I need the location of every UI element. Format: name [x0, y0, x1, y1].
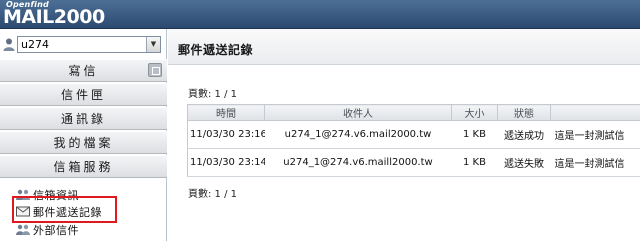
cell-time: 11/03/30 23:14	[187, 148, 265, 177]
sidebar: u274 ▼ 寫信 信件匣 通訊錄 我的檔案 信箱服務 信箱資訊 郵件遞送記錄 …	[0, 29, 167, 241]
inbox-button[interactable]: 信件匣	[0, 83, 167, 106]
column-header-content	[550, 104, 640, 121]
services-label: 信箱服務	[53, 160, 114, 174]
cell-status: 遞送成功	[497, 120, 551, 149]
contacts-button[interactable]: 通訊錄	[0, 107, 167, 130]
table-row[interactable]: 11/03/30 23:16 u274_1@274.v6.mail2000.tw…	[187, 120, 640, 149]
brand-logo[interactable]: MAIL2000	[3, 7, 105, 27]
contacts-label: 通訊錄	[60, 112, 106, 126]
pager-top: 頁數: 1 / 1	[188, 89, 237, 100]
chevron-down-icon[interactable]: ▼	[146, 37, 160, 52]
compose-label: 寫信	[68, 64, 99, 78]
table-row[interactable]: 11/03/30 23:14 u274_1@274.v6.maill2000.t…	[187, 148, 640, 177]
files-button[interactable]: 我的檔案	[0, 131, 167, 154]
pager-bottom: 頁數: 1 / 1	[188, 189, 237, 200]
cell-status: 遞送失敗	[497, 148, 551, 177]
page-title-bar: 郵件遞送記錄	[168, 29, 640, 65]
external-people-icon	[16, 224, 30, 235]
top-header: Openfind MAIL2000	[0, 0, 640, 29]
sidebar-item-external-mail[interactable]: 外部信件	[16, 223, 79, 239]
user-row: u274 ▼	[0, 35, 167, 55]
highlight-annotation	[12, 196, 117, 223]
cell-time: 11/03/30 23:16	[187, 120, 265, 149]
page-title: 郵件遞送記錄	[178, 43, 254, 57]
sidebar-item-label: 外部信件	[33, 224, 79, 237]
cell-size: 1 KB	[451, 120, 498, 149]
user-select-value: u274	[21, 38, 49, 51]
column-header-size[interactable]: 大小	[451, 104, 498, 121]
main-panel: 郵件遞送記錄 頁數: 1 / 1 時間 收件人 大小 狀態 11/03/30 2…	[168, 29, 640, 241]
cell-content: 這是一封測試信	[550, 120, 640, 149]
popout-icon[interactable]	[148, 63, 162, 77]
user-icon	[3, 38, 15, 51]
services-button[interactable]: 信箱服務	[0, 155, 167, 178]
table-header-row: 時間 收件人 大小 狀態	[187, 104, 640, 121]
delivery-log-table: 時間 收件人 大小 狀態 11/03/30 23:16 u274_1@274.v…	[187, 104, 640, 177]
cell-size: 1 KB	[451, 148, 498, 177]
cell-content: 這是一封測試信	[550, 148, 640, 177]
column-header-status[interactable]: 狀態	[497, 104, 551, 121]
user-select[interactable]: u274 ▼	[17, 36, 161, 53]
inbox-label: 信件匣	[60, 88, 106, 102]
compose-button[interactable]: 寫信	[0, 59, 167, 82]
files-label: 我的檔案	[53, 136, 114, 150]
column-header-time[interactable]: 時間	[187, 104, 265, 121]
cell-recipient: u274_1@274.v6.maill2000.tw	[264, 148, 452, 177]
cell-recipient: u274_1@274.v6.mail2000.tw	[264, 120, 452, 149]
column-header-recipient[interactable]: 收件人	[264, 104, 452, 121]
